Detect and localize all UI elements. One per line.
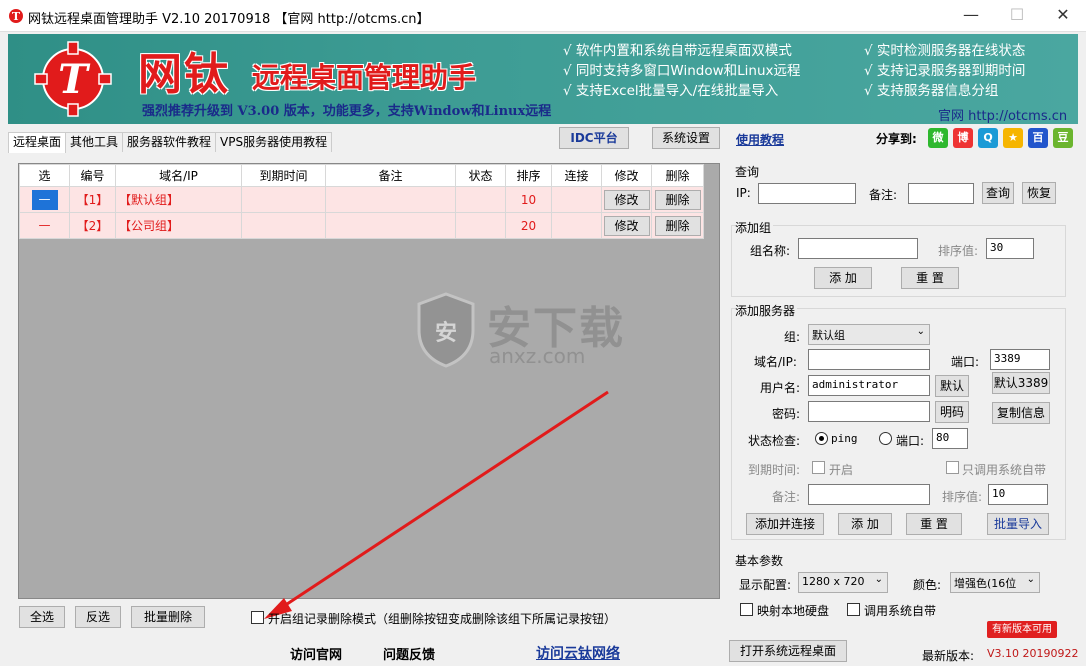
cloud-network-link[interactable]: 访问云钛网络 (536, 643, 620, 663)
host-input[interactable] (808, 349, 930, 370)
feature-right-2: √ 支持记录服务器到期时间 (864, 63, 1026, 79)
add-server-button[interactable]: 添 加 (838, 513, 892, 535)
usage-tutorial-link[interactable]: 使用教程 (736, 131, 784, 148)
port-check-label: 端口: (896, 434, 925, 448)
add-group-title: 添加组 (735, 219, 774, 236)
group-select-label: 组: (784, 330, 801, 344)
chevron-down-icon: ⌄ (1026, 574, 1035, 585)
group-sort-input[interactable]: 30 (986, 238, 1034, 259)
use-system-label: 调用系统自带 (864, 604, 937, 618)
copy-info-button[interactable]: 复制信息 (992, 402, 1050, 424)
douban-icon[interactable]: 豆 (1053, 128, 1073, 148)
official-site-link[interactable]: 官网 http://otcms.cn (938, 105, 1067, 124)
server-note-label: 备注: (772, 490, 801, 504)
map-disk-label: 映射本地硬盘 (757, 604, 830, 618)
host-label: 域名/IP: (754, 355, 797, 369)
invert-select-button[interactable]: 反选 (75, 606, 121, 628)
server-sort-label: 排序值: (942, 490, 983, 504)
wechat-icon[interactable]: 微 (928, 128, 948, 148)
map-disk-checkbox[interactable] (740, 603, 753, 616)
group-sort-label: 排序值: (938, 244, 979, 258)
expire-label: 到期时间: (748, 463, 801, 477)
note-label: 备注: (869, 188, 898, 202)
expire-enable-checkbox[interactable] (812, 461, 825, 474)
add-group-button[interactable]: 添 加 (814, 267, 872, 289)
baidu-icon[interactable]: 百 (1028, 128, 1048, 148)
color-label: 颜色: (913, 578, 942, 592)
weibo-icon[interactable]: 博 (953, 128, 973, 148)
group-name-input[interactable] (798, 238, 918, 259)
ip-label: IP: (736, 186, 751, 200)
password-input[interactable] (808, 401, 930, 422)
display-config-label: 显示配置: (739, 578, 792, 592)
note-search-input[interactable] (908, 183, 974, 204)
restore-button[interactable]: 恢复 (1022, 182, 1056, 204)
latest-version-link[interactable]: V3.10 20190922 (987, 647, 1079, 660)
chevron-down-icon: ⌄ (916, 326, 925, 337)
feature-right-1: √ 实时检测服务器在线状态 (864, 43, 1026, 59)
server-note-input[interactable] (808, 484, 930, 505)
reset-group-button[interactable]: 重 置 (901, 267, 959, 289)
port-check-input[interactable]: 80 (932, 428, 968, 449)
username-label: 用户名: (760, 381, 801, 395)
ping-radio[interactable] (815, 432, 828, 445)
add-server-title: 添加服务器 (735, 302, 798, 319)
latest-version-label: 最新版本: (922, 649, 975, 663)
search-button[interactable]: 查询 (982, 182, 1014, 204)
batch-delete-button[interactable]: 批量删除 (131, 606, 205, 628)
status-check-label: 状态检查: (748, 434, 801, 448)
batch-import-button[interactable]: 批量导入 (987, 513, 1049, 535)
qq-weibo-icon[interactable]: Q (978, 128, 998, 148)
minimize-button[interactable]: — (948, 0, 994, 32)
annotation-arrow-icon (264, 390, 609, 619)
group-delete-mode-label: 开启组记录删除模式（组删除按钮变成删除该组下所属记录按钮） (268, 612, 617, 626)
maximize-button[interactable]: ☐ (994, 0, 1040, 32)
password-label: 密码: (772, 407, 801, 421)
feature-right-3: √ 支持服务器信息分组 (864, 83, 999, 99)
feedback-link[interactable]: 问题反馈 (383, 644, 435, 663)
color-select[interactable]: 增强色(16位 ⌄ (950, 572, 1040, 593)
reset-server-button[interactable]: 重 置 (906, 513, 962, 535)
group-delete-mode-checkbox[interactable] (251, 611, 264, 624)
chevron-down-icon: ⌄ (874, 574, 883, 585)
new-version-badge: 有新版本可用 (987, 621, 1057, 638)
server-sort-input[interactable]: 10 (988, 484, 1048, 505)
ip-search-input[interactable] (758, 183, 856, 204)
share-label: 分享到: (876, 132, 917, 146)
visit-official-link[interactable]: 访问官网 (290, 644, 342, 663)
port-check-radio[interactable] (879, 432, 892, 445)
only-system-label: 只调用系统自带 (962, 463, 1047, 477)
basic-params-title: 基本参数 (735, 554, 784, 568)
ping-label: ping (831, 432, 858, 445)
group-select-value: 默认组 (812, 329, 845, 342)
close-button[interactable]: ✕ (1040, 0, 1086, 32)
display-config-value: 1280 x 720 (802, 575, 865, 588)
default-3389-button[interactable]: 默认3389 (992, 372, 1050, 394)
add-and-connect-button[interactable]: 添加并连接 (746, 513, 824, 535)
query-title: 查询 (735, 165, 760, 179)
select-all-button[interactable]: 全选 (19, 606, 65, 628)
port-label: 端口: (951, 355, 980, 369)
open-system-rdp-button[interactable]: 打开系统远程桌面 (729, 640, 847, 662)
only-system-checkbox[interactable] (946, 461, 959, 474)
add-group-panel (731, 225, 1066, 297)
username-input[interactable]: administrator (808, 375, 930, 396)
group-name-label: 组名称: (750, 244, 791, 258)
port-input[interactable]: 3389 (990, 349, 1050, 370)
qzone-icon[interactable]: ★ (1003, 128, 1023, 148)
default-user-button[interactable]: 默认 (935, 375, 969, 397)
show-password-button[interactable]: 明码 (935, 401, 969, 423)
group-select[interactable]: 默认组 ⌄ (808, 324, 930, 345)
expire-enable-label: 开启 (829, 463, 854, 477)
color-value: 增强色(16位 (954, 577, 1017, 590)
use-system-checkbox[interactable] (847, 603, 860, 616)
display-config-select[interactable]: 1280 x 720 ⌄ (798, 572, 888, 593)
